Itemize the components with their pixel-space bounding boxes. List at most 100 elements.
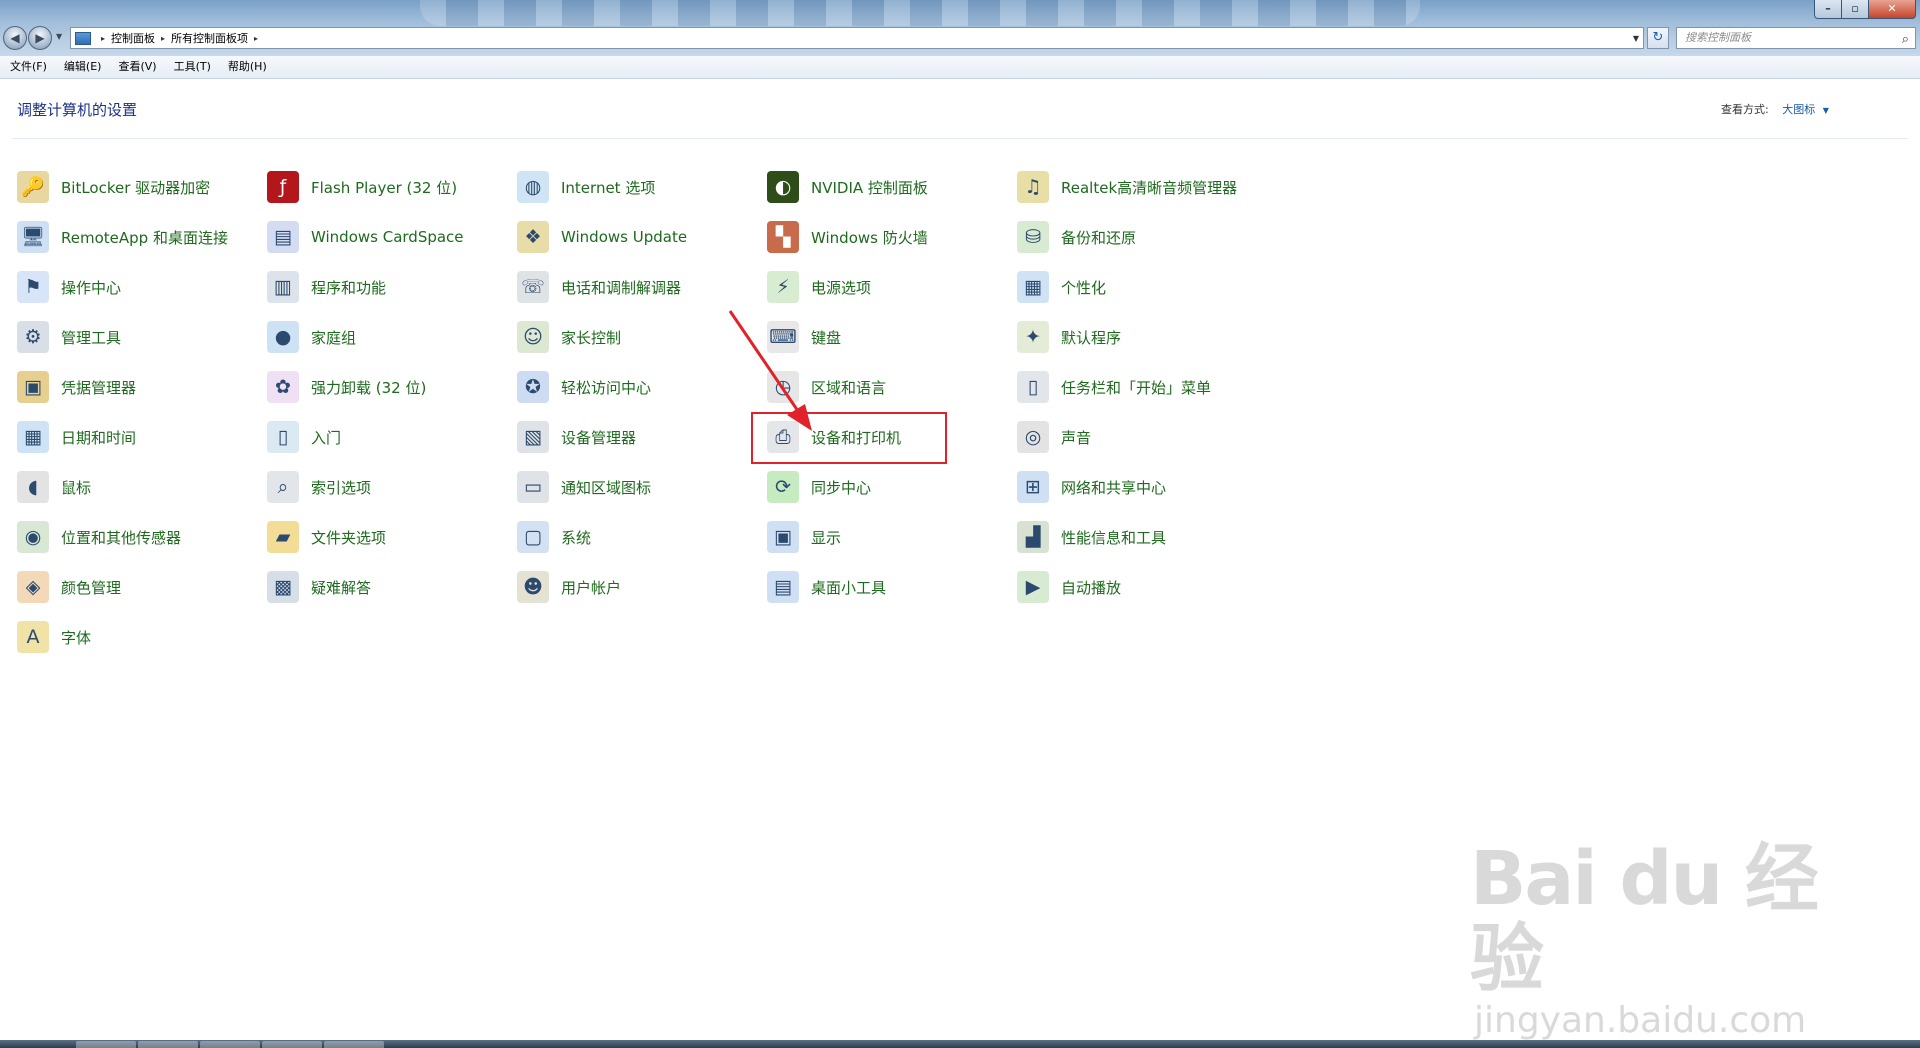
control-panel-item[interactable]: ⟳ 同步中心 xyxy=(767,470,871,504)
windows-update-icon: ❖ xyxy=(517,221,549,253)
back-button[interactable]: ◀ xyxy=(3,26,27,50)
control-panel-item[interactable]: ▣ 凭据管理器 xyxy=(17,370,136,404)
content-divider xyxy=(12,138,1908,139)
control-panel-item-label: 程序和功能 xyxy=(311,278,387,297)
control-panel-item[interactable]: ▦ 个性化 xyxy=(1017,270,1106,304)
address-bar[interactable]: ▸ 控制面板 ▸ 所有控制面板项 ▸ ▼ xyxy=(70,27,1644,49)
menu-bar: 文件(F) 编辑(E) 查看(V) 工具(T) 帮助(H) xyxy=(0,56,1920,79)
control-panel-item[interactable]: ▤ Windows CardSpace xyxy=(267,220,464,254)
taskbar-button[interactable] xyxy=(262,1041,322,1048)
control-panel-item[interactable]: ◐ NVIDIA 控制面板 xyxy=(767,170,928,204)
control-panel-item-label: 鼠标 xyxy=(61,478,92,497)
control-panel-item-label: 字体 xyxy=(61,628,92,647)
control-panel-item[interactable]: ◉ 位置和其他传感器 xyxy=(17,520,181,554)
control-panel-item[interactable]: ▰ 文件夹选项 xyxy=(267,520,386,554)
maximize-button[interactable]: ▫ xyxy=(1841,0,1869,19)
control-panel-item[interactable]: ✪ 轻松访问中心 xyxy=(517,370,651,404)
breadcrumb-separator-icon[interactable]: ▸ xyxy=(101,34,105,43)
control-panel-item[interactable]: ☻ 用户帐户 xyxy=(517,570,621,604)
control-panel-item-label: BitLocker 驱动器加密 xyxy=(61,178,211,197)
breadcrumb-separator-icon[interactable]: ▸ xyxy=(254,34,258,43)
control-panel-item[interactable]: ✦ 默认程序 xyxy=(1017,320,1121,354)
breadcrumb-control-panel[interactable]: 控制面板 xyxy=(111,30,155,46)
control-panel-item[interactable]: ▯ 入门 xyxy=(267,420,341,454)
refresh-button[interactable]: ↻ xyxy=(1647,27,1669,49)
control-panel-item[interactable]: ● 家庭组 xyxy=(267,320,356,354)
control-panel-item[interactable]: ▯ 任务栏和「开始」菜单 xyxy=(1017,370,1211,404)
control-panel-item[interactable]: ▩ 疑难解答 xyxy=(267,570,371,604)
control-panel-item[interactable]: ⊞ 网络和共享中心 xyxy=(1017,470,1166,504)
control-panel-item[interactable]: ✿ 强力卸载 (32 位) xyxy=(267,370,426,404)
gadgets-icon: ▤ xyxy=(767,571,799,603)
control-panel-item[interactable]: 🔑 BitLocker 驱动器加密 xyxy=(17,170,210,204)
breadcrumb-separator-icon[interactable]: ▸ xyxy=(161,34,165,43)
close-button[interactable]: ✕ xyxy=(1868,0,1916,19)
control-panel-item[interactable]: ▤ 桌面小工具 xyxy=(767,570,886,604)
control-panel-item[interactable]: ◖ 鼠标 xyxy=(17,470,91,504)
sensor-icon: ◉ xyxy=(17,521,49,553)
control-panel-item[interactable]: A 字体 xyxy=(17,620,91,654)
content-area: 调整计算机的设置 查看方式: 大图标 ▼ 🔑 BitLocker 驱动器加密 🖥 Re… xyxy=(0,79,1920,1041)
control-panel-item[interactable]: ▶ 自动播放 xyxy=(1017,570,1121,604)
menu-file[interactable]: 文件(F) xyxy=(0,56,54,78)
control-panel-item[interactable]: ◍ Internet 选项 xyxy=(517,170,655,204)
menu-edit[interactable]: 编辑(E) xyxy=(54,56,109,78)
search-input[interactable]: 搜索控制面板 ⌕ xyxy=(1676,27,1916,49)
control-panel-item[interactable]: ◈ 颜色管理 xyxy=(17,570,121,604)
control-panel-item-label: 颜色管理 xyxy=(61,578,122,597)
address-history-dropdown-icon[interactable]: ▼ xyxy=(1629,34,1643,43)
recent-pages-dropdown-icon[interactable]: ▼ xyxy=(56,32,62,41)
phone-icon: ☏ xyxy=(517,271,549,303)
taskbar-button[interactable] xyxy=(138,1041,198,1048)
control-panel-item[interactable]: ▚ Windows 防火墙 xyxy=(767,220,928,254)
breadcrumb-all-items[interactable]: 所有控制面板项 xyxy=(171,30,248,46)
control-panel-item[interactable]: ⌕ 索引选项 xyxy=(267,470,371,504)
taskbar-button[interactable] xyxy=(200,1041,260,1048)
taskbar-button[interactable] xyxy=(324,1041,384,1048)
speaker-icon: ◎ xyxy=(1017,421,1049,453)
search-placeholder: 搜索控制面板 xyxy=(1685,31,1751,44)
control-panel-item[interactable]: ☺ 家长控制 xyxy=(517,320,621,354)
control-panel-item-label: 个性化 xyxy=(1061,278,1107,297)
control-panel-item[interactable]: ▢ 系统 xyxy=(517,520,591,554)
admin-tools-icon: ⚙ xyxy=(17,321,49,353)
control-panel-item[interactable]: ▧ 设备管理器 xyxy=(517,420,636,454)
minimize-button[interactable]: – xyxy=(1814,0,1842,19)
forward-button[interactable]: ▶ xyxy=(28,26,52,50)
control-panel-item[interactable]: ⌨ 键盘 xyxy=(767,320,841,354)
menu-help[interactable]: 帮助(H) xyxy=(218,56,274,78)
control-panel-item[interactable]: ⚡ 电源选项 xyxy=(767,270,871,304)
forward-arrow-icon: ▶ xyxy=(35,31,45,45)
flag-icon: ⚑ xyxy=(17,271,49,303)
control-panel-item-label: 日期和时间 xyxy=(61,428,137,447)
control-panel-item[interactable]: ◎ 声音 xyxy=(1017,420,1091,454)
control-panel-item[interactable]: ♫ Realtek高清晰音频管理器 xyxy=(1017,170,1237,204)
key-icon: 🔑 xyxy=(17,171,49,203)
view-mode-dropdown-icon[interactable]: ▼ xyxy=(1823,106,1829,115)
view-mode: 查看方式: 大图标 ▼ xyxy=(1721,101,1829,117)
search-icon[interactable]: ⌕ xyxy=(1902,30,1909,50)
control-panel-item[interactable]: ▥ 程序和功能 xyxy=(267,270,386,304)
control-panel-item[interactable]: ▣ 显示 xyxy=(767,520,841,554)
control-panel-item[interactable]: ▟ 性能信息和工具 xyxy=(1017,520,1166,554)
control-panel-item[interactable]: ⚑ 操作中心 xyxy=(17,270,121,304)
control-panel-item[interactable]: 🖥 RemoteApp 和桌面连接 xyxy=(17,220,228,254)
taskbar-button[interactable] xyxy=(76,1041,136,1048)
control-panel-item[interactable]: ☏ 电话和调制解调器 xyxy=(517,270,681,304)
menu-view[interactable]: 查看(V) xyxy=(108,56,163,78)
view-mode-selector[interactable]: 大图标 xyxy=(1782,103,1815,116)
control-panel-item[interactable]: ƒ Flash Player (32 位) xyxy=(267,170,457,204)
control-panel-item-label: 管理工具 xyxy=(61,328,122,347)
control-panel-item[interactable]: ◷ 区域和语言 xyxy=(767,370,886,404)
control-panel-item-label: 设备管理器 xyxy=(561,428,637,447)
control-panel-item-label: RemoteApp 和桌面连接 xyxy=(61,228,228,247)
homegroup-icon: ● xyxy=(267,321,299,353)
control-panel-item[interactable]: ⚙ 管理工具 xyxy=(17,320,121,354)
control-panel-item[interactable]: ▦ 日期和时间 xyxy=(17,420,136,454)
control-panel-item-label: Realtek高清晰音频管理器 xyxy=(1061,178,1238,197)
control-panel-item-label: 入门 xyxy=(311,428,342,447)
menu-tools[interactable]: 工具(T) xyxy=(164,56,218,78)
control-panel-item[interactable]: ⛁ 备份和还原 xyxy=(1017,220,1136,254)
control-panel-item[interactable]: ❖ Windows Update xyxy=(517,220,687,254)
control-panel-item[interactable]: ▭ 通知区域图标 xyxy=(517,470,651,504)
